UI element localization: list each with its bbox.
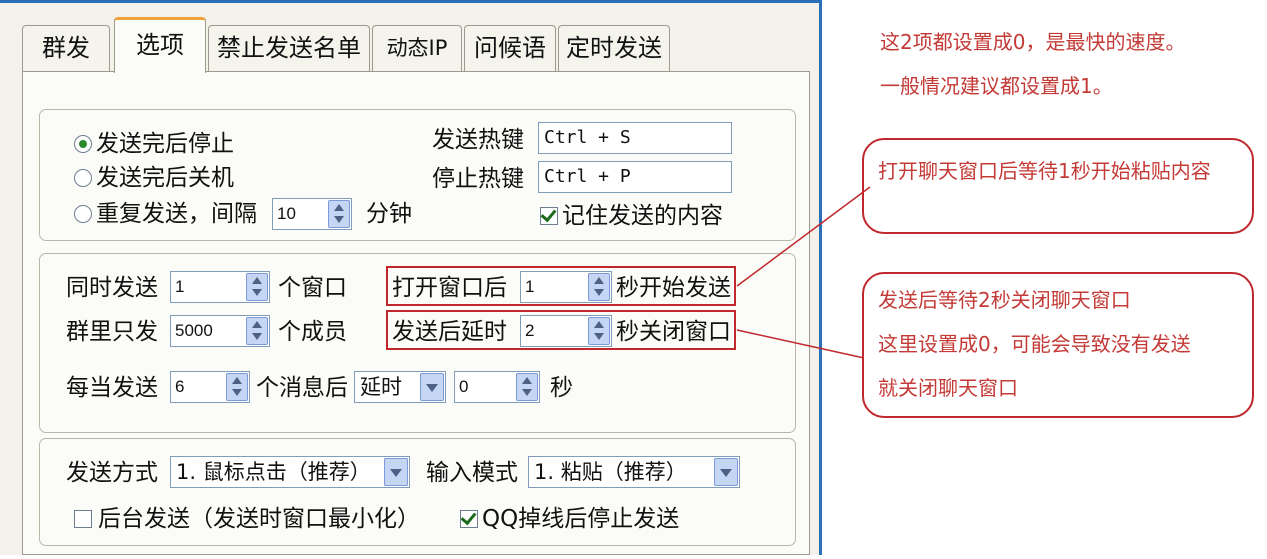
tab-options[interactable]: 选项: [114, 17, 206, 73]
connector-open-delay: [736, 186, 871, 287]
connector-close-delay: [736, 329, 865, 359]
callout-connector-lines: [736, 186, 871, 359]
